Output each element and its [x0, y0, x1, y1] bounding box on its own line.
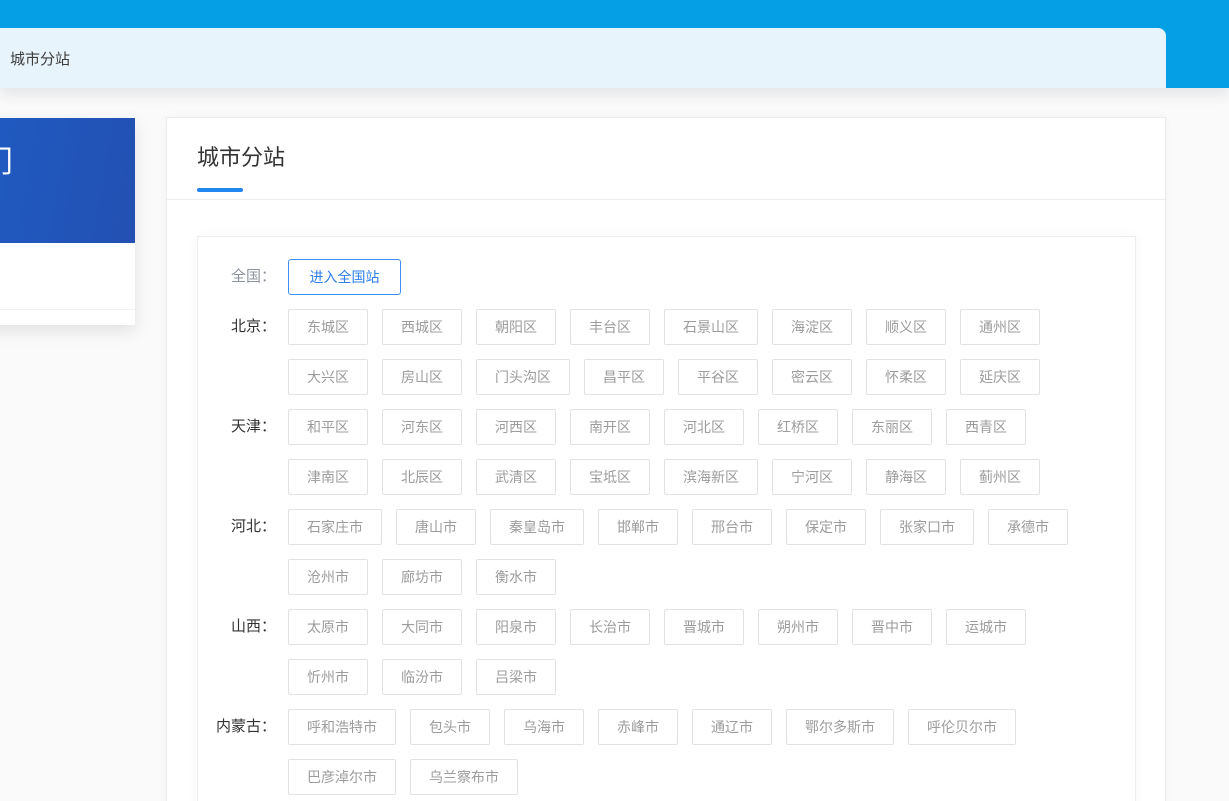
city-list: 和平区 河东区 河西区 南开区 河北区 红桥区 东丽区 西青区津南区 北辰区 武清区 宝坻区 滨海新区… [288, 409, 1108, 509]
region-row: 北京： 东城区 西城区 朝阳区 丰台区 石景山区 海淀区 顺义区 通州区大兴区 房山区 门头沟区昌… [208, 309, 1115, 409]
city-link[interactable]: 忻州市 [288, 659, 368, 695]
city-link[interactable]: 鄂尔多斯市 [786, 709, 894, 745]
city-list: 太原市 大同市 阳泉市 长治市 晋城市 朔州市 晋中市 运城市忻州市 临汾市 吕梁市 [288, 609, 1108, 709]
city-link[interactable]: 静海区 [866, 459, 946, 495]
city-link[interactable]: 宁河区 [772, 459, 852, 495]
city-link[interactable]: 晋城市 [664, 609, 744, 645]
city-link[interactable]: 包头市 [410, 709, 490, 745]
city-link[interactable]: 廊坊市 [382, 559, 462, 595]
region-row: 山西： 太原市 大同市 阳泉市 长治市 晋城市 朔州市 晋中市 运城市忻州市 临汾市 吕梁市 [208, 609, 1115, 709]
city-list: 石家庄市 唐山市 秦皇岛市 邯郸市 邢台市 保定市 张家口市 承德市沧州市 廊坊市 衡水市 [288, 509, 1108, 609]
page-title: 城市分站 [10, 50, 71, 68]
city-link[interactable]: 晋中市 [852, 609, 932, 645]
sidebar-header-text: 门 [0, 148, 13, 178]
city-link[interactable]: 长治市 [570, 609, 650, 645]
region-label: 内蒙古： [215, 718, 276, 735]
city-link[interactable]: 秦皇岛市 [490, 509, 584, 545]
city-link[interactable]: 衡水市 [476, 559, 556, 595]
city-link[interactable]: 张家口市 [880, 509, 974, 545]
city-link[interactable]: 延庆区 [960, 359, 1040, 395]
city-link[interactable]: 西城区 [382, 309, 462, 345]
city-link[interactable]: 蓟州区 [960, 459, 1040, 495]
city-link[interactable]: 平谷区 [678, 359, 758, 395]
region-label: 全国： [230, 268, 276, 285]
region-label: 山西： [230, 618, 276, 635]
city-link[interactable]: 运城市 [946, 609, 1026, 645]
city-link[interactable]: 赤峰市 [598, 709, 678, 745]
city-link[interactable]: 海淀区 [772, 309, 852, 345]
city-link[interactable]: 通州区 [960, 309, 1040, 345]
city-link[interactable]: 密云区 [772, 359, 852, 395]
city-link[interactable]: 临汾市 [382, 659, 462, 695]
city-link[interactable]: 呼伦贝尔市 [908, 709, 1016, 745]
city-link[interactable]: 武清区 [476, 459, 556, 495]
city-link[interactable]: 津南区 [288, 459, 368, 495]
city-link[interactable]: 和平区 [288, 409, 368, 445]
sidebar-card-body [0, 243, 135, 325]
city-link[interactable]: 呼和浩特市 [288, 709, 396, 745]
city-link[interactable]: 通辽市 [692, 709, 772, 745]
city-link[interactable]: 保定市 [786, 509, 866, 545]
sidebar-divider [0, 309, 135, 310]
city-link[interactable]: 河北区 [664, 409, 744, 445]
region-label: 河北： [230, 518, 276, 535]
region-row: 河北： 石家庄市 唐山市 秦皇岛市 邯郸市 邢台市 保定市 张家口市 承德市沧州市 廊坊市 衡水市 [208, 509, 1115, 609]
city-link[interactable]: 大兴区 [288, 359, 368, 395]
city-link[interactable]: 吕梁市 [476, 659, 556, 695]
city-link[interactable]: 大同市 [382, 609, 462, 645]
city-link[interactable]: 沧州市 [288, 559, 368, 595]
city-link[interactable]: 东丽区 [852, 409, 932, 445]
city-link[interactable]: 邯郸市 [598, 509, 678, 545]
sidebar-card: 门 [0, 118, 135, 325]
card-header: 城市分站 [167, 118, 1165, 200]
city-stations-card: 城市分站 全国： 进入全国站 北京： 东城区 西城区 朝阳区 丰台区 石景山区 海淀区 顺义… [166, 117, 1166, 801]
city-list: 进入全国站 [288, 259, 1108, 309]
sidebar-card-header: 门 [0, 118, 135, 243]
city-link[interactable]: 丰台区 [570, 309, 650, 345]
city-link[interactable]: 朝阳区 [476, 309, 556, 345]
city-link[interactable]: 西青区 [946, 409, 1026, 445]
region-row-national: 全国： 进入全国站 [208, 259, 1115, 309]
region-rows: 北京： 东城区 西城区 朝阳区 丰台区 石景山区 海淀区 顺义区 通州区大兴区 房山区 门头沟区昌… [208, 309, 1115, 801]
city-link[interactable]: 怀柔区 [866, 359, 946, 395]
page-header: 城市分站 [0, 28, 1166, 88]
city-link[interactable]: 南开区 [570, 409, 650, 445]
city-link[interactable]: 阳泉市 [476, 609, 556, 645]
city-link[interactable]: 乌海市 [504, 709, 584, 745]
city-link[interactable]: 承德市 [988, 509, 1068, 545]
region-label: 北京： [230, 318, 276, 335]
city-link[interactable]: 河西区 [476, 409, 556, 445]
city-link[interactable]: 门头沟区 [476, 359, 570, 395]
city-link[interactable]: 太原市 [288, 609, 368, 645]
card-title: 城市分站 [197, 145, 286, 170]
city-list: 东城区 西城区 朝阳区 丰台区 石景山区 海淀区 顺义区 通州区大兴区 房山区 门头沟区 昌平区 平谷… [288, 309, 1108, 409]
title-underline [197, 188, 243, 192]
city-link[interactable]: 北辰区 [382, 459, 462, 495]
city-link[interactable]: 石景山区 [664, 309, 758, 345]
city-link[interactable]: 滨海新区 [664, 459, 758, 495]
city-link[interactable]: 巴彦淖尔市 [288, 759, 396, 795]
city-link[interactable]: 宝坻区 [570, 459, 650, 495]
city-list: 呼和浩特市 包头市 乌海市 赤峰市 通辽市 鄂尔多斯市 呼伦贝尔市巴彦淖尔市 乌兰察布市 [288, 709, 1108, 801]
region-label: 天津： [230, 418, 276, 435]
city-link[interactable]: 昌平区 [584, 359, 664, 395]
city-link[interactable]: 河东区 [382, 409, 462, 445]
city-link[interactable]: 红桥区 [758, 409, 838, 445]
city-link[interactable]: 唐山市 [396, 509, 476, 545]
city-link[interactable]: 房山区 [382, 359, 462, 395]
city-link[interactable]: 石家庄市 [288, 509, 382, 545]
city-link[interactable]: 东城区 [288, 309, 368, 345]
city-link[interactable]: 朔州市 [758, 609, 838, 645]
region-row: 天津： 和平区 河东区 河西区 南开区 河北区 红桥区 东丽区 西青区津南区 北辰区 武清区 宝坻区… [208, 409, 1115, 509]
city-link[interactable]: 乌兰察布市 [410, 759, 518, 795]
station-list-panel: 全国： 进入全国站 北京： 东城区 西城区 朝阳区 丰台区 石景山区 海淀区 顺义区 通州区大… [197, 236, 1136, 801]
enter-national-site-button[interactable]: 进入全国站 [288, 259, 401, 295]
city-link[interactable]: 邢台市 [692, 509, 772, 545]
city-link[interactable]: 顺义区 [866, 309, 946, 345]
region-row: 内蒙古： 呼和浩特市 包头市 乌海市 赤峰市 通辽市 鄂尔多斯市 呼伦贝尔市巴彦淖尔市 乌兰察… [208, 709, 1115, 801]
